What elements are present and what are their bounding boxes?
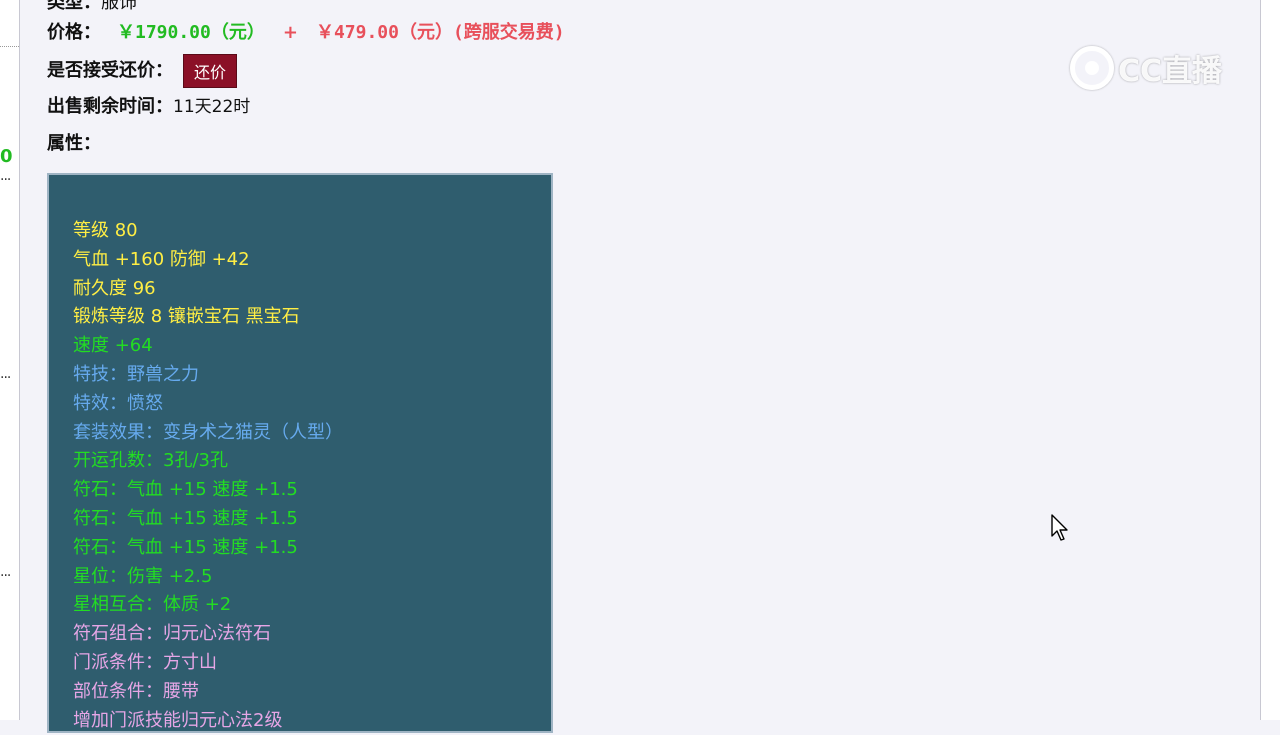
item-type-label: 类型：: [47, 0, 101, 13]
attr-line: 速度 +64: [73, 335, 153, 357]
attr-line: 部位条件：腰带: [73, 680, 199, 702]
counter-offer-row: 是否接受还价： 还价: [47, 54, 238, 88]
attr-line: 星相互合：体质 +2: [73, 594, 232, 616]
sidebar-dots: ...: [0, 366, 11, 382]
time-left-label: 出售剩余时间：: [47, 96, 173, 117]
price-value: ￥1790.00（元）: [117, 22, 265, 43]
cc-logo-icon: [1070, 46, 1114, 90]
mouse-cursor-icon: [1051, 514, 1073, 546]
attr-line: 符石：气血 +15 速度 +1.5: [73, 536, 298, 558]
sidebar-dots: ...: [0, 564, 11, 580]
attr-line: 套装效果：变身术之猫灵（人型）: [73, 421, 343, 443]
attr-line: 耐久度 96: [73, 277, 156, 299]
cc-live-watermark: CC直播: [1070, 44, 1222, 92]
watermark-text: CC直播: [1118, 54, 1223, 89]
attr-line: 特效：愤怒: [73, 392, 163, 414]
right-scroll-edge: [1260, 0, 1280, 720]
item-type-value: 服饰: [101, 0, 137, 13]
attributes-box: 等级 80 气血 +160 防御 +42 耐久度 96 锻炼等级 8 镶嵌宝石 …: [47, 173, 553, 733]
attr-line: 特技：野兽之力: [73, 363, 199, 385]
attr-line: 锻炼等级 8 镶嵌宝石 黑宝石: [73, 306, 300, 328]
attr-line: 门派条件：方寸山: [73, 651, 217, 673]
item-type-row: 类型：服饰: [47, 0, 137, 14]
counter-offer-label: 是否接受还价：: [47, 60, 173, 81]
attr-line: 符石：气血 +15 速度 +1.5: [73, 479, 298, 501]
price-label: 价格：: [47, 22, 101, 43]
attr-line: 气血 +160 防御 +42: [73, 248, 250, 270]
attr-line: 星位：伤害 +2.5: [73, 565, 213, 587]
attr-line: 增加门派技能归元心法2级: [73, 709, 283, 731]
divider: [0, 46, 19, 47]
attr-line: 符石：气血 +15 速度 +1.5: [73, 507, 298, 529]
left-sidebar-strip: 0 ... ... ...: [0, 0, 20, 720]
attr-line: 符石组合：归元心法符石: [73, 623, 271, 645]
sidebar-dots: ...: [0, 168, 11, 184]
attributes-row: 属性：: [47, 129, 101, 155]
attr-line: 开运孔数：3孔/3孔: [73, 450, 228, 472]
counter-offer-button[interactable]: 还价: [183, 54, 238, 88]
price-plus: +: [282, 22, 298, 43]
sidebar-number: 0: [0, 146, 13, 167]
cross-server-fee: ￥479.00（元）(跨服交易费): [315, 22, 565, 43]
time-left-value: 11天22时: [173, 97, 251, 117]
price-row: 价格： ￥1790.00（元） + ￥479.00（元）(跨服交易费): [47, 18, 565, 44]
attr-line: 等级 80: [73, 220, 138, 241]
attributes-label: 属性：: [47, 133, 101, 154]
time-left-row: 出售剩余时间：11天22时: [47, 92, 250, 118]
